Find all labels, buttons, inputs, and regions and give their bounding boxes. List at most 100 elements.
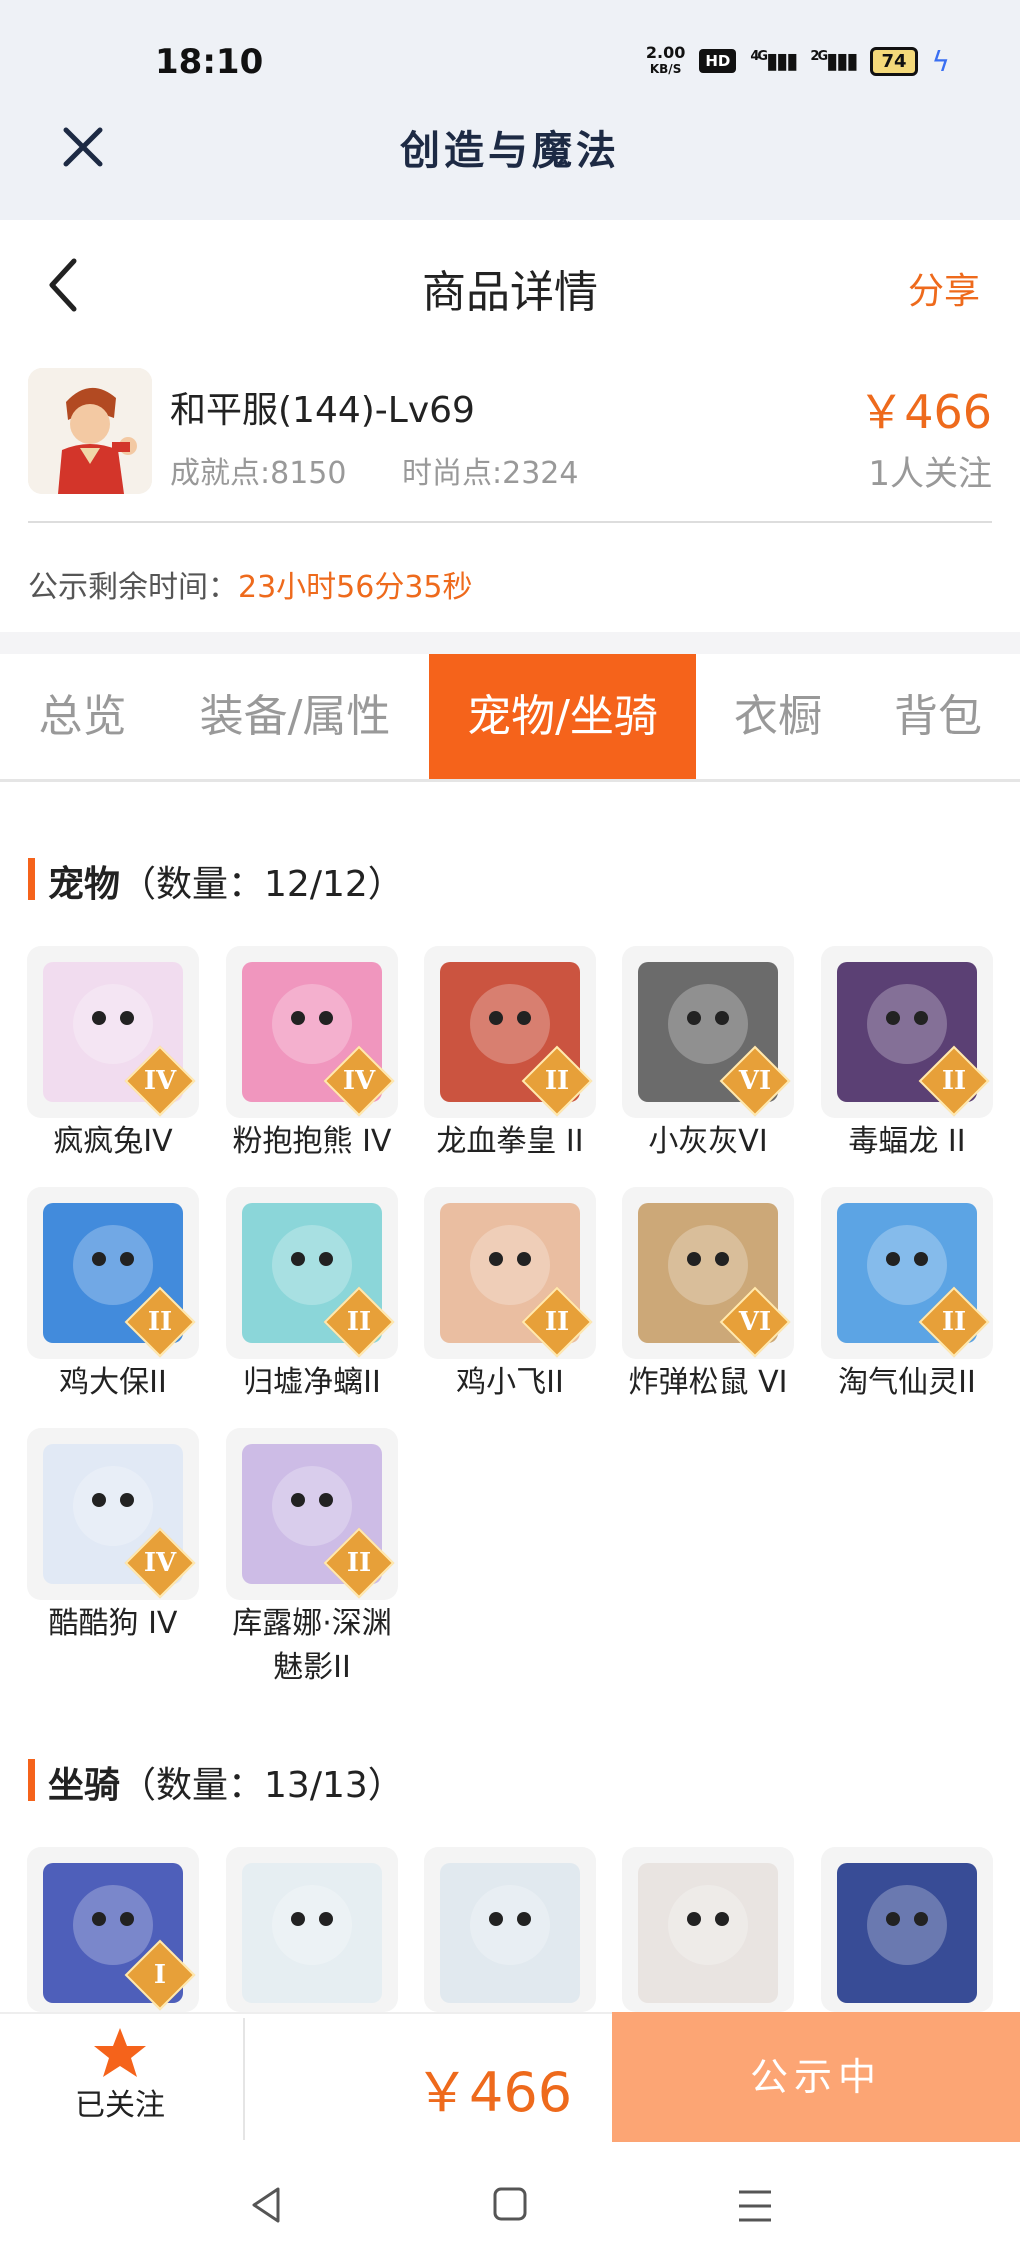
level-badge-text: II [147, 1307, 173, 1337]
pet-item[interactable]: II 鸡大保II [27, 1187, 199, 1405]
share-button[interactable]: 分享 [908, 262, 980, 314]
status-time: 18:10 [155, 42, 264, 82]
publicity-status-button[interactable]: 公示中 [612, 2012, 1020, 2142]
system-menu-button[interactable] [735, 2186, 775, 2226]
level-badge-text: VI [738, 1307, 772, 1337]
net-speed-value: 2.00 [645, 43, 686, 62]
pet-item[interactable]: II 归墟净螭II [226, 1187, 398, 1405]
product-price: ￥466 [858, 385, 992, 439]
pet-thumbnail: II [424, 946, 596, 1118]
mount-thumbnail [424, 1847, 596, 2012]
pet-item[interactable]: II 鸡小飞II [424, 1187, 596, 1405]
section-marker [28, 1759, 35, 1801]
signal-2g-icon: 2G▮▮▮ [810, 48, 858, 74]
notice-label: 公示剩余时间： [28, 570, 238, 605]
pet-item[interactable]: II 龙血拳皇 II [424, 946, 596, 1164]
mount-item[interactable] [821, 1847, 993, 2012]
product-name: 和平服(144)-Lv69 [170, 390, 475, 431]
section-gap [0, 632, 1020, 654]
countdown: 23小时56分35秒 [238, 570, 473, 605]
divider [28, 521, 992, 523]
pet-thumbnail: VI [622, 946, 794, 1118]
mount-item[interactable]: I [27, 1847, 199, 2012]
follow-button[interactable]: 已关注 [40, 2022, 200, 2142]
pet-item[interactable]: II 淘气仙灵II [821, 1187, 993, 1405]
mount-item[interactable] [424, 1847, 596, 2012]
pet-thumbnail: IV [226, 946, 398, 1118]
app-title: 创造与魔法 [400, 127, 620, 174]
tab-pets-mounts[interactable]: 宠物/坐骑 [429, 654, 696, 779]
pet-name: 炸弹松鼠 VI [628, 1365, 788, 1400]
mount-thumbnail [821, 1847, 993, 2012]
pet-item[interactable]: II 毒蝠龙 II [821, 946, 993, 1164]
level-badge-text: IV [143, 1548, 177, 1578]
pet-item[interactable]: IV 疯疯兔IV [27, 946, 199, 1164]
pet-item[interactable]: II 库露娜·深渊魅影II [226, 1428, 398, 1690]
pet-name: 龙血拳皇 II [436, 1124, 584, 1159]
pet-name: 粉抱抱熊 IV [232, 1124, 392, 1159]
level-badge-text: II [346, 1548, 372, 1578]
pet-thumbnail: II [821, 1187, 993, 1359]
signal-4g-icon: 4G▮▮▮ [750, 48, 798, 74]
tab-backpack[interactable]: 背包 [873, 654, 1003, 779]
tab-overview[interactable]: 总览 [10, 654, 155, 779]
fashion-points: 时尚点:2324 [402, 456, 579, 491]
pet-item[interactable]: IV 酷酷狗 IV [27, 1428, 199, 1646]
level-badge-text: IV [143, 1066, 177, 1096]
pet-item[interactable]: VI 炸弹松鼠 VI [622, 1187, 794, 1405]
signal-2g-label: 2G [810, 48, 828, 64]
mount-thumbnail [622, 1847, 794, 2012]
battery-icon: 74 [870, 46, 918, 76]
net-speed: 2.00 KB/S [646, 44, 685, 78]
system-back-button[interactable] [246, 2185, 286, 2225]
tab-wardrobe[interactable]: 衣橱 [713, 654, 843, 779]
pet-item[interactable]: IV 粉抱抱熊 IV [226, 946, 398, 1164]
character-avatar [28, 368, 152, 494]
section-marker [28, 858, 35, 900]
pet-name: 毒蝠龙 II [848, 1124, 966, 1159]
pet-thumbnail: II [27, 1187, 199, 1359]
level-badge-text: II [544, 1307, 570, 1337]
net-speed-unit: KB/S [649, 62, 682, 76]
mount-thumbnail [226, 1847, 398, 2012]
tab-underline [0, 779, 1020, 782]
hd-icon: HD [699, 49, 737, 73]
system-home-button[interactable] [492, 2186, 528, 2222]
follow-label: 已关注 [75, 2088, 165, 2123]
character-image [28, 368, 152, 494]
bottom-price: ￥466 [415, 2061, 573, 2124]
pet-name: 疯疯兔IV [53, 1124, 173, 1159]
menu-lines-icon [739, 2190, 771, 2222]
pets-count: （数量：12/12） [120, 864, 404, 905]
pet-name: 归墟净螭II [243, 1365, 381, 1400]
pet-name: 鸡大保II [59, 1365, 167, 1400]
pet-name: 淘气仙灵II [838, 1365, 976, 1400]
pet-thumbnail: II [226, 1428, 398, 1600]
mounts-section-title: 坐骑（数量：13/13） [48, 1756, 404, 1808]
level-badge-text: I [153, 1960, 167, 1990]
triangle-back-icon [252, 2187, 280, 2223]
pets-title: 宠物 [48, 864, 121, 905]
tab-equipment[interactable]: 装备/属性 [180, 654, 410, 779]
mount-item[interactable] [622, 1847, 794, 2012]
pet-thumbnail: II [821, 946, 993, 1118]
achievement-points: 成就点:8150 [170, 456, 347, 491]
level-badge-text: IV [342, 1066, 376, 1096]
pet-name: 小灰灰VI [648, 1124, 768, 1159]
pet-item[interactable]: VI 小灰灰VI [622, 946, 794, 1164]
pet-name: 库露娜·深渊魅影II [232, 1606, 392, 1685]
pets-section-title: 宠物（数量：12/12） [48, 855, 404, 907]
pet-thumbnail: IV [27, 946, 199, 1118]
mount-item[interactable] [226, 1847, 398, 2012]
star-icon [94, 2028, 146, 2077]
level-badge-text: II [544, 1066, 570, 1096]
divider [243, 2018, 245, 2140]
pet-thumbnail: IV [27, 1428, 199, 1600]
square-home-icon [493, 2187, 527, 2221]
pet-name: 酷酷狗 IV [48, 1606, 178, 1641]
status-icons: 2.00 KB/S HD 4G▮▮▮ 2G▮▮▮ 74 ϟ [646, 44, 950, 78]
notice-remaining: 公示剩余时间：23小时56分35秒 [28, 562, 473, 606]
pet-thumbnail: II [424, 1187, 596, 1359]
mounts-title: 坐骑 [48, 1765, 121, 1806]
charging-icon: ϟ [931, 44, 950, 78]
